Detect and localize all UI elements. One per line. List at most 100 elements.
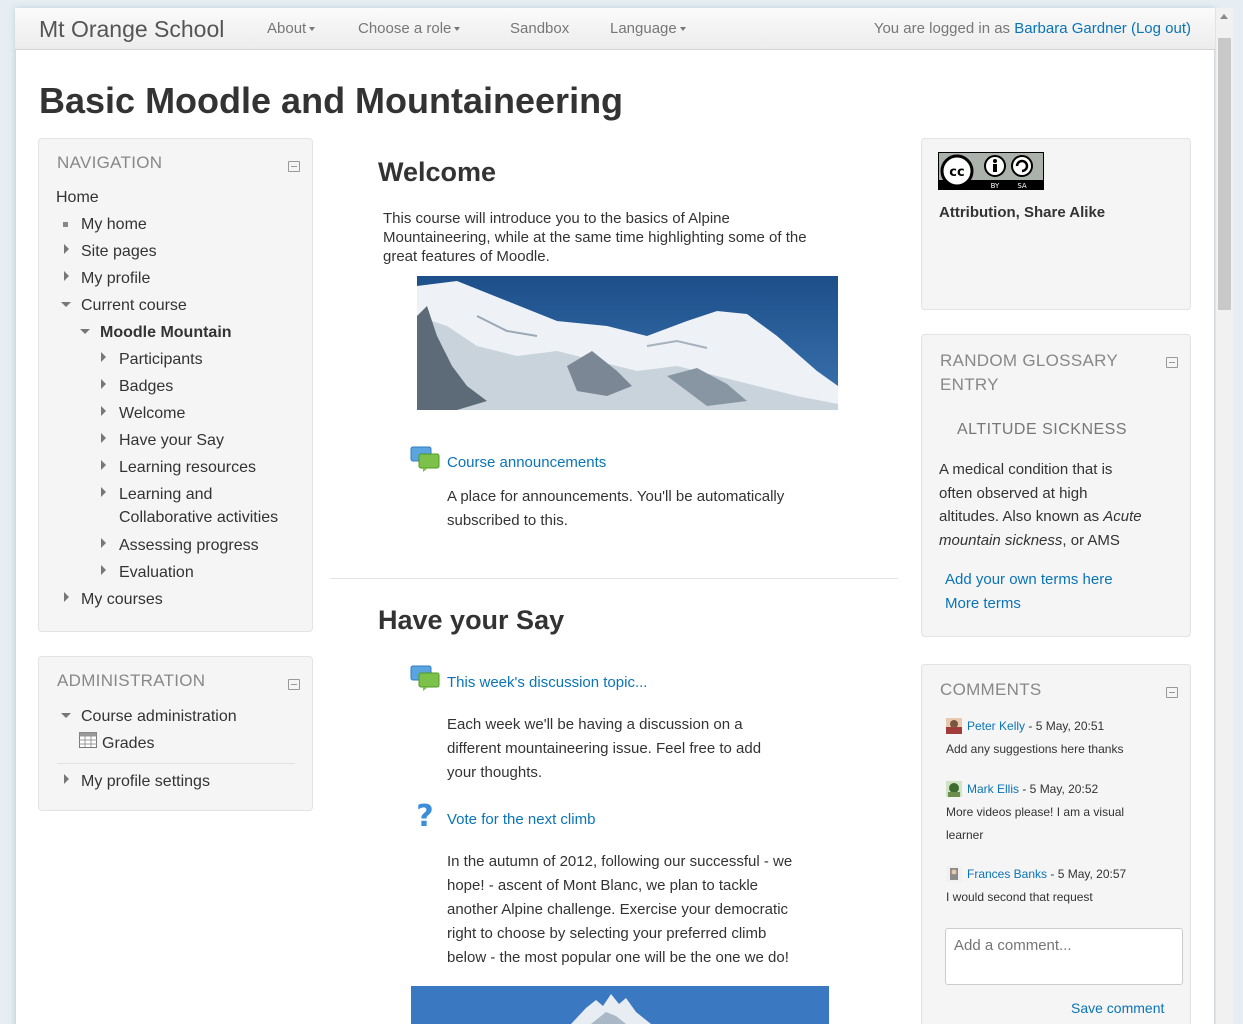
nav-learning-and[interactable]: Learning and xyxy=(119,486,212,504)
nav-current-course[interactable]: Current course xyxy=(81,297,187,315)
nav-language[interactable]: Language xyxy=(610,20,686,37)
comment-author: Mark Ellis - 5 May, 20:52 xyxy=(967,782,1099,796)
save-comment-link[interactable]: Save comment xyxy=(1071,1000,1164,1016)
nav-evaluation[interactable]: Evaluation xyxy=(119,564,194,582)
grades-table-icon xyxy=(79,732,97,748)
login-info: You are logged in as Barbara Gardner (Lo… xyxy=(873,20,1191,37)
svg-text:SA: SA xyxy=(1017,182,1027,190)
comment-text: More videos please! I am a visual learne… xyxy=(946,805,1125,842)
caret-down-icon xyxy=(679,27,686,32)
nav-participants[interactable]: Participants xyxy=(119,351,203,369)
nav-learning-resources[interactable]: Learning resources xyxy=(119,459,256,477)
admin-grades-link[interactable]: Grades xyxy=(102,735,154,753)
admin-course-administration[interactable]: Course administration xyxy=(81,708,237,726)
admin-my-profile-settings[interactable]: My profile settings xyxy=(81,773,210,791)
expand-arrow-icon[interactable] xyxy=(64,774,69,784)
nav-my-home[interactable]: My home xyxy=(81,216,147,234)
course-announcements-link[interactable]: Course announcements xyxy=(447,454,606,471)
add-terms-link[interactable]: Add your own terms here xyxy=(945,571,1113,588)
section-title-have-your-say: Have your Say xyxy=(378,605,565,635)
nav-welcome[interactable]: Welcome xyxy=(119,405,185,423)
collapse-icon[interactable] xyxy=(1166,687,1178,698)
announcements-description: A place for announcements. You'll be aut… xyxy=(447,488,785,529)
block-title: COMMENTS xyxy=(940,680,1042,699)
glossary-term: ALTITUDE SICKNESS xyxy=(957,421,1128,438)
block-title: NAVIGATION xyxy=(57,153,163,172)
comment-author-link[interactable]: Mark Ellis xyxy=(967,782,1019,796)
expand-arrow-icon[interactable] xyxy=(64,271,69,281)
section-title-welcome: Welcome xyxy=(378,157,497,187)
license-caption: Attribution, Share Alike xyxy=(939,204,1106,221)
nav-my-courses[interactable]: My courses xyxy=(81,591,163,609)
expand-arrow-icon[interactable] xyxy=(101,538,106,548)
svg-text:BY: BY xyxy=(991,182,1000,190)
vertical-scrollbar[interactable] xyxy=(1215,8,1233,1024)
nav-my-profile[interactable]: My profile xyxy=(81,270,150,288)
section-divider xyxy=(330,578,898,579)
nav-badges[interactable]: Badges xyxy=(119,378,173,396)
glossary-definition: A medical condition that is often observ… xyxy=(939,461,1142,549)
expand-arrow-icon[interactable] xyxy=(101,460,106,470)
forum-icon xyxy=(410,665,440,691)
top-navbar: Mt Orange School About Choose a role San… xyxy=(15,8,1215,50)
expand-arrow-icon[interactable] xyxy=(64,592,69,602)
collapse-arrow-icon[interactable] xyxy=(61,302,71,307)
svg-text:cc: cc xyxy=(949,165,964,180)
collapse-arrow-icon[interactable] xyxy=(80,329,90,334)
comment-author-link[interactable]: Frances Banks xyxy=(967,867,1047,881)
expand-arrow-icon[interactable] xyxy=(101,379,106,389)
nav-assessing-progress[interactable]: Assessing progress xyxy=(119,537,259,555)
vote-description: In the autumn of 2012, following our suc… xyxy=(447,853,793,966)
expand-arrow-icon[interactable] xyxy=(101,352,106,362)
nav-about[interactable]: About xyxy=(267,20,316,37)
collapse-icon[interactable] xyxy=(288,161,300,172)
user-profile-link[interactable]: Barbara Gardner xyxy=(1014,20,1127,37)
expand-arrow-icon[interactable] xyxy=(101,433,106,443)
svg-text:?: ? xyxy=(416,800,433,830)
comment-text: Add any suggestions here thanks xyxy=(946,742,1124,756)
avatar xyxy=(946,781,962,797)
forum-icon xyxy=(410,446,440,472)
scroll-thumb[interactable] xyxy=(1218,38,1231,310)
avatar xyxy=(946,866,962,882)
comment-author-link[interactable]: Peter Kelly xyxy=(967,719,1025,733)
caret-down-icon xyxy=(454,27,461,32)
nav-course-moodle-mountain[interactable]: Moodle Mountain xyxy=(100,324,232,342)
add-comment-input[interactable] xyxy=(945,928,1183,985)
expand-arrow-icon[interactable] xyxy=(101,565,106,575)
more-terms-link[interactable]: More terms xyxy=(945,595,1021,612)
comment-author: Peter Kelly - 5 May, 20:51 xyxy=(967,719,1105,733)
climb-image xyxy=(411,986,829,1024)
expand-arrow-icon[interactable] xyxy=(101,487,106,497)
collapse-arrow-icon[interactable] xyxy=(61,713,71,718)
site-brand[interactable]: Mt Orange School xyxy=(39,16,224,43)
expand-arrow-icon[interactable] xyxy=(64,244,69,254)
nav-have-your-say[interactable]: Have your Say xyxy=(119,432,224,450)
discussion-topic-link[interactable]: This week's discussion topic... xyxy=(447,674,647,691)
nav-home[interactable]: Home xyxy=(56,189,99,207)
collapse-icon[interactable] xyxy=(288,679,300,690)
caret-down-icon xyxy=(309,27,316,32)
nav-collaborative-activities[interactable]: Collaborative activities xyxy=(119,509,278,527)
license-block: cc BY SA Attribution, Share Alike xyxy=(921,138,1191,310)
navigation-block: NAVIGATION Home My home Site pages My pr… xyxy=(38,138,313,632)
page-title: Basic Moodle and Mountaineering xyxy=(39,80,624,121)
mountain-banner-image xyxy=(417,276,838,410)
comment-text: I would second that request xyxy=(946,890,1093,904)
avatar xyxy=(946,718,962,734)
collapse-icon[interactable] xyxy=(1166,357,1178,368)
welcome-summary: This course will introduce you to the ba… xyxy=(383,210,807,265)
comment-author: Frances Banks - 5 May, 20:57 xyxy=(967,867,1127,881)
bullet-icon xyxy=(63,222,68,227)
nav-site-pages[interactable]: Site pages xyxy=(81,243,157,261)
nav-sandbox[interactable]: Sandbox xyxy=(510,20,569,37)
discussion-description: Each week we'll be having a discussion o… xyxy=(447,716,762,781)
scroll-up-icon[interactable] xyxy=(1220,14,1228,19)
divider xyxy=(57,763,295,764)
nav-choose-role[interactable]: Choose a role xyxy=(358,20,461,37)
expand-arrow-icon[interactable] xyxy=(101,406,106,416)
vote-next-climb-link[interactable]: Vote for the next climb xyxy=(447,811,595,828)
random-glossary-block: RANDOM GLOSSARY ENTRY ALTITUDE SICKNESS … xyxy=(921,334,1191,637)
administration-block: ADMINISTRATION Course administration Gra… xyxy=(38,656,313,811)
logout-link[interactable]: (Log out) xyxy=(1131,20,1191,37)
